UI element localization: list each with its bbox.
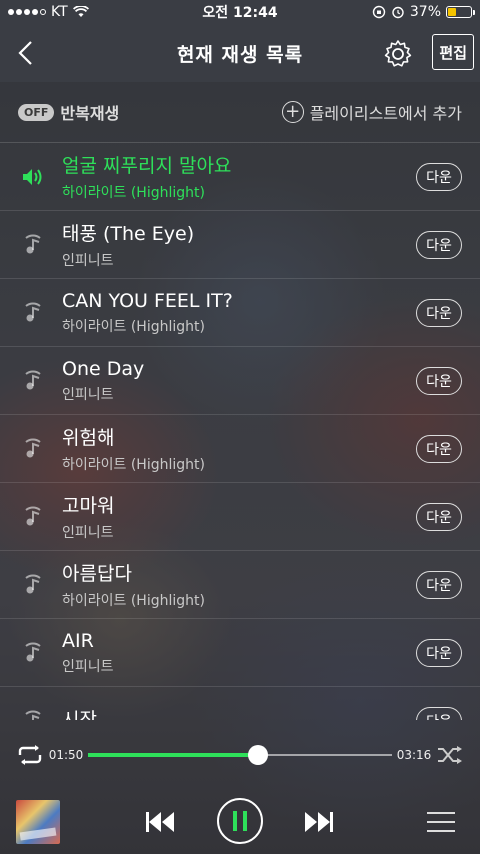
- download-button[interactable]: 다운: [416, 162, 462, 191]
- music-note-icon: [18, 232, 48, 258]
- track-row[interactable]: CAN YOU FEEL IT? 하이라이트 (Highlight) 다운: [0, 279, 480, 347]
- track-info: 아름답다하이라이트 (Highlight): [62, 559, 416, 610]
- track-artist: 인피니트: [62, 253, 114, 269]
- track-info: 고마워인피니트: [62, 491, 416, 542]
- nav-bar: 현재 재생 목록 편집: [0, 24, 480, 82]
- music-note-icon: [18, 300, 48, 326]
- track-artist: 인피니트: [62, 525, 114, 541]
- track-row[interactable]: 위험해 하이라이트 (Highlight) 다운: [0, 415, 480, 483]
- signal-strength-icon: [8, 9, 46, 15]
- skip-back-icon: [146, 812, 174, 832]
- pause-button[interactable]: [217, 798, 263, 844]
- track-title: AIR: [62, 629, 94, 652]
- repeat-label: 반복재생: [60, 104, 120, 123]
- track-info: 얼굴 찌푸리지 말아요하이라이트 (Highlight): [62, 151, 416, 202]
- download-button[interactable]: 다운: [416, 502, 462, 531]
- edit-button[interactable]: 편집: [432, 34, 474, 70]
- menu-button[interactable]: [426, 800, 456, 844]
- plus-circle-icon: +: [281, 101, 304, 123]
- repeat-off-badge: OFF: [18, 103, 55, 121]
- download-button[interactable]: 다운: [416, 570, 462, 599]
- battery-icon: [446, 6, 475, 18]
- track-artist: 하이라이트 (Highlight): [62, 318, 205, 335]
- track-list: 얼굴 찌푸리지 말아요 하이라이트 (Highlight) 다운 태풍 (The Ey…: [0, 142, 480, 720]
- download-button[interactable]: 다운: [416, 366, 462, 395]
- page-title: 현재 재생 목록: [176, 43, 304, 66]
- music-note-icon: [18, 368, 48, 394]
- track-info: 태풍 (The Eye) 인피니트: [62, 219, 416, 270]
- track-info: One Day 인피니트: [62, 358, 416, 404]
- seek-progress: [88, 753, 259, 757]
- repeat-icon: [18, 745, 42, 765]
- player-bar: 01:50 03:16: [0, 720, 480, 854]
- status-bar: KT 오전 12:44 37%: [0, 0, 480, 24]
- music-note-icon: [18, 504, 48, 530]
- battery-fill: [448, 8, 457, 16]
- track-row[interactable]: 시작 다운: [0, 687, 480, 720]
- track-title: 태풍 (The Eye): [62, 223, 195, 245]
- add-from-playlist-button[interactable]: + 플레이리스트에서 추가: [281, 100, 462, 124]
- track-title: 시작: [62, 709, 97, 720]
- elapsed-time: 01:50: [48, 748, 84, 762]
- now-playing-speaker-icon: [18, 164, 48, 190]
- download-button[interactable]: 다운: [416, 434, 462, 463]
- wifi-icon: [72, 6, 89, 17]
- track-row[interactable]: AIR 인피니트 다운: [0, 619, 480, 687]
- repeat-toggle[interactable]: OFF 반복재생: [18, 100, 119, 124]
- track-row[interactable]: 태풍 (The Eye) 인피니트 다운: [0, 211, 480, 279]
- repeat-button[interactable]: [14, 739, 46, 771]
- alarm-icon: [392, 6, 404, 19]
- progress-row: 01:50 03:16: [0, 720, 480, 790]
- options-row: OFF 반복재생 + 플레이리스트에서 추가: [0, 82, 480, 142]
- track-title: 얼굴 찌푸리지 말아요: [62, 155, 232, 177]
- track-row[interactable]: One Day 인피니트 다운: [0, 347, 480, 415]
- track-artist: 하이라이트 (Highlight): [62, 457, 205, 473]
- gear-icon: [384, 40, 412, 67]
- previous-button[interactable]: [142, 800, 178, 844]
- download-button[interactable]: 다운: [416, 638, 462, 667]
- album-art-thumbnail[interactable]: [16, 800, 60, 844]
- download-button[interactable]: 다운: [416, 230, 462, 259]
- seek-handle[interactable]: [248, 745, 269, 765]
- download-button[interactable]: 다운: [416, 298, 462, 327]
- track-row[interactable]: 얼굴 찌푸리지 말아요 하이라이트 (Highlight) 다운: [0, 143, 480, 211]
- track-info: AIR 인피니트: [62, 630, 416, 676]
- music-note-icon: [18, 436, 48, 462]
- settings-button[interactable]: [382, 38, 414, 70]
- shuffle-icon: [438, 746, 462, 764]
- music-note-icon: [18, 708, 48, 720]
- track-row[interactable]: 고마워 인피니트 다운: [0, 483, 480, 551]
- carrier-label: KT: [51, 4, 68, 20]
- skip-forward-icon: [305, 812, 333, 832]
- back-button[interactable]: [10, 38, 40, 68]
- battery-percent: 37%: [409, 4, 441, 20]
- total-time: 03:16: [396, 748, 432, 762]
- pause-icon: [233, 811, 247, 831]
- track-info: CAN YOU FEEL IT? 하이라이트 (Highlight): [62, 290, 416, 336]
- seek-bar[interactable]: [88, 745, 392, 765]
- track-title: CAN YOU FEEL IT?: [62, 289, 233, 312]
- track-artist: 하이라이트 (Highlight): [62, 593, 205, 609]
- track-title: One Day: [62, 357, 145, 380]
- track-info: 시작: [62, 705, 416, 720]
- track-title: 고마워: [62, 495, 115, 517]
- track-artist: 인피니트: [62, 658, 114, 675]
- track-title: 아름답다: [62, 563, 132, 585]
- download-button[interactable]: 다운: [416, 706, 462, 720]
- track-title: 위험해: [62, 427, 115, 449]
- music-note-icon: [18, 572, 48, 598]
- hamburger-menu-icon: [427, 812, 455, 832]
- shuffle-button[interactable]: [434, 739, 466, 771]
- chevron-left-icon: [18, 41, 32, 65]
- rotation-lock-icon: [372, 5, 386, 19]
- track-info: 위험해하이라이트 (Highlight): [62, 423, 416, 474]
- track-artist: 인피니트: [62, 386, 114, 403]
- track-row[interactable]: 아름답다 하이라이트 (Highlight) 다운: [0, 551, 480, 619]
- next-button[interactable]: [301, 800, 337, 844]
- clock: 오전 12:44: [202, 5, 278, 21]
- add-from-playlist-label: 플레이리스트에서 추가: [309, 104, 462, 123]
- controls-row: [0, 790, 480, 854]
- track-artist: 하이라이트 (Highlight): [62, 185, 205, 201]
- music-note-icon: [18, 640, 48, 666]
